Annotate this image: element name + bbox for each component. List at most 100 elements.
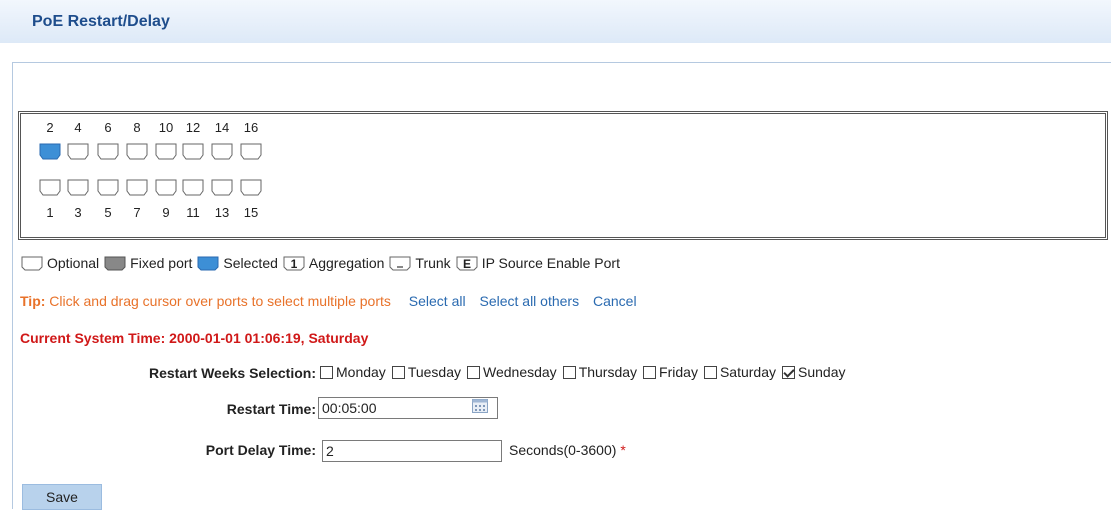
day-label: Saturday (719, 364, 776, 380)
day-label: Sunday (798, 364, 846, 380)
fixed-port-icon (104, 256, 126, 271)
legend-aggregation: 1 Aggregation (282, 254, 384, 272)
port-6[interactable] (96, 141, 120, 161)
trunk-port-icon (389, 256, 411, 271)
port-panel: 2 4 6 8 10 12 14 16 1 3 5 7 9 11 13 15 (18, 111, 1108, 240)
current-system-time: Current System Time: 2000-01-01 01:06:19… (20, 330, 369, 346)
legend-trunk: Trunk (388, 254, 451, 272)
delay-unit-text: Seconds(0-3600) (509, 442, 617, 458)
port-3[interactable] (66, 177, 90, 197)
day-wednesday[interactable]: Wednesday (467, 364, 557, 380)
port-number: 7 (133, 205, 141, 220)
port-number: 9 (162, 205, 170, 220)
tip-line: Tip: Click and drag cursor over ports to… (20, 293, 637, 309)
day-tuesday[interactable]: Tuesday (391, 364, 461, 380)
port-number: 8 (133, 120, 141, 135)
legend-optional: Optional (20, 254, 99, 272)
calendar-icon[interactable] (472, 399, 488, 413)
aggregation-glyph: 1 (291, 257, 298, 271)
port-7[interactable] (125, 177, 149, 197)
port-icon[interactable] (96, 141, 120, 161)
port-10[interactable] (154, 141, 178, 161)
required-mark: * (620, 442, 626, 458)
port-icon[interactable] (239, 141, 263, 161)
port-2[interactable] (38, 141, 62, 161)
port-13[interactable] (210, 177, 234, 197)
restart-weeks-label: Restart Weeks Selection: (148, 365, 316, 381)
port-icon[interactable] (66, 141, 90, 161)
cancel-link[interactable]: Cancel (593, 293, 637, 309)
port-5[interactable] (96, 177, 120, 197)
checkbox-tuesday[interactable] (391, 365, 405, 379)
port-icon[interactable] (125, 177, 149, 197)
weekday-checkboxes: Monday Tuesday Wednesday Thursday Friday Satu… (320, 364, 851, 380)
port-number: 2 (46, 120, 54, 135)
select-all-link[interactable]: Select all (409, 293, 466, 309)
port-number: 11 (186, 205, 200, 220)
port-14[interactable] (210, 141, 234, 161)
port-delay-label: Port Delay Time: (205, 442, 316, 458)
tip-label: Tip: (20, 293, 46, 309)
port-icon[interactable] (154, 177, 178, 197)
port-number: 10 (158, 120, 174, 135)
port-4[interactable] (66, 141, 90, 161)
checkbox-wednesday[interactable] (467, 365, 480, 379)
port-icon[interactable] (66, 177, 90, 197)
port-number: 15 (243, 205, 259, 220)
day-saturday[interactable]: Saturday (703, 364, 776, 380)
port-icon[interactable] (38, 177, 62, 197)
day-sunday[interactable]: Sunday (782, 364, 845, 380)
checkbox-sunday[interactable] (782, 365, 795, 379)
page-header: PoE Restart/Delay (0, 0, 1111, 43)
port-number: 1 (46, 205, 54, 220)
selected-port-icon (197, 256, 219, 271)
port-selected-icon[interactable] (38, 141, 62, 161)
port-icon[interactable] (210, 141, 234, 161)
port-icon[interactable] (181, 177, 205, 197)
port-9[interactable] (154, 177, 178, 197)
restart-time-input[interactable] (318, 397, 498, 419)
legend-fixed: Fixed port (103, 254, 192, 272)
day-label: Tuesday (407, 364, 461, 380)
port-icon[interactable] (96, 177, 120, 197)
port-delay-input[interactable] (322, 440, 502, 462)
optional-port-icon (21, 256, 43, 271)
port-number: 13 (214, 205, 230, 220)
ip-source-glyph: E (463, 257, 471, 271)
port-number: 16 (243, 120, 259, 135)
port-1[interactable] (38, 177, 62, 197)
ip-source-port-icon: E (456, 256, 478, 271)
port-16[interactable] (239, 141, 263, 161)
checkbox-thursday[interactable] (562, 365, 576, 379)
port-8[interactable] (125, 141, 149, 161)
port-number: 5 (104, 205, 112, 220)
day-label: Wednesday (483, 364, 557, 380)
legend-selected: Selected (196, 254, 278, 272)
port-number: 4 (74, 120, 82, 135)
aggregation-port-icon: 1 (283, 256, 305, 271)
port-12[interactable] (181, 141, 205, 161)
delay-unit: Seconds(0-3600) * (509, 442, 626, 458)
checkbox-monday[interactable] (320, 365, 333, 379)
port-11[interactable] (181, 177, 205, 197)
day-thursday[interactable]: Thursday (562, 364, 638, 380)
save-button[interactable]: Save (22, 484, 102, 510)
port-15[interactable] (239, 177, 263, 197)
port-icon[interactable] (154, 141, 178, 161)
day-label: Thursday (578, 364, 638, 380)
port-icon[interactable] (239, 177, 263, 197)
port-number: 14 (214, 120, 230, 135)
restart-time-label: Restart Time: (226, 401, 316, 417)
day-label: Monday (336, 364, 386, 380)
port-legend: Optional Fixed port Selected 1 Aggregati… (20, 253, 624, 273)
day-monday[interactable]: Monday (320, 364, 386, 380)
select-all-others-link[interactable]: Select all others (479, 293, 579, 309)
day-friday[interactable]: Friday (643, 364, 698, 380)
port-icon[interactable] (125, 141, 149, 161)
port-icon[interactable] (181, 141, 205, 161)
checkbox-friday[interactable] (643, 365, 657, 379)
checkbox-saturday[interactable] (703, 365, 717, 379)
port-number: 6 (104, 120, 112, 135)
port-number: 3 (74, 205, 82, 220)
port-icon[interactable] (210, 177, 234, 197)
